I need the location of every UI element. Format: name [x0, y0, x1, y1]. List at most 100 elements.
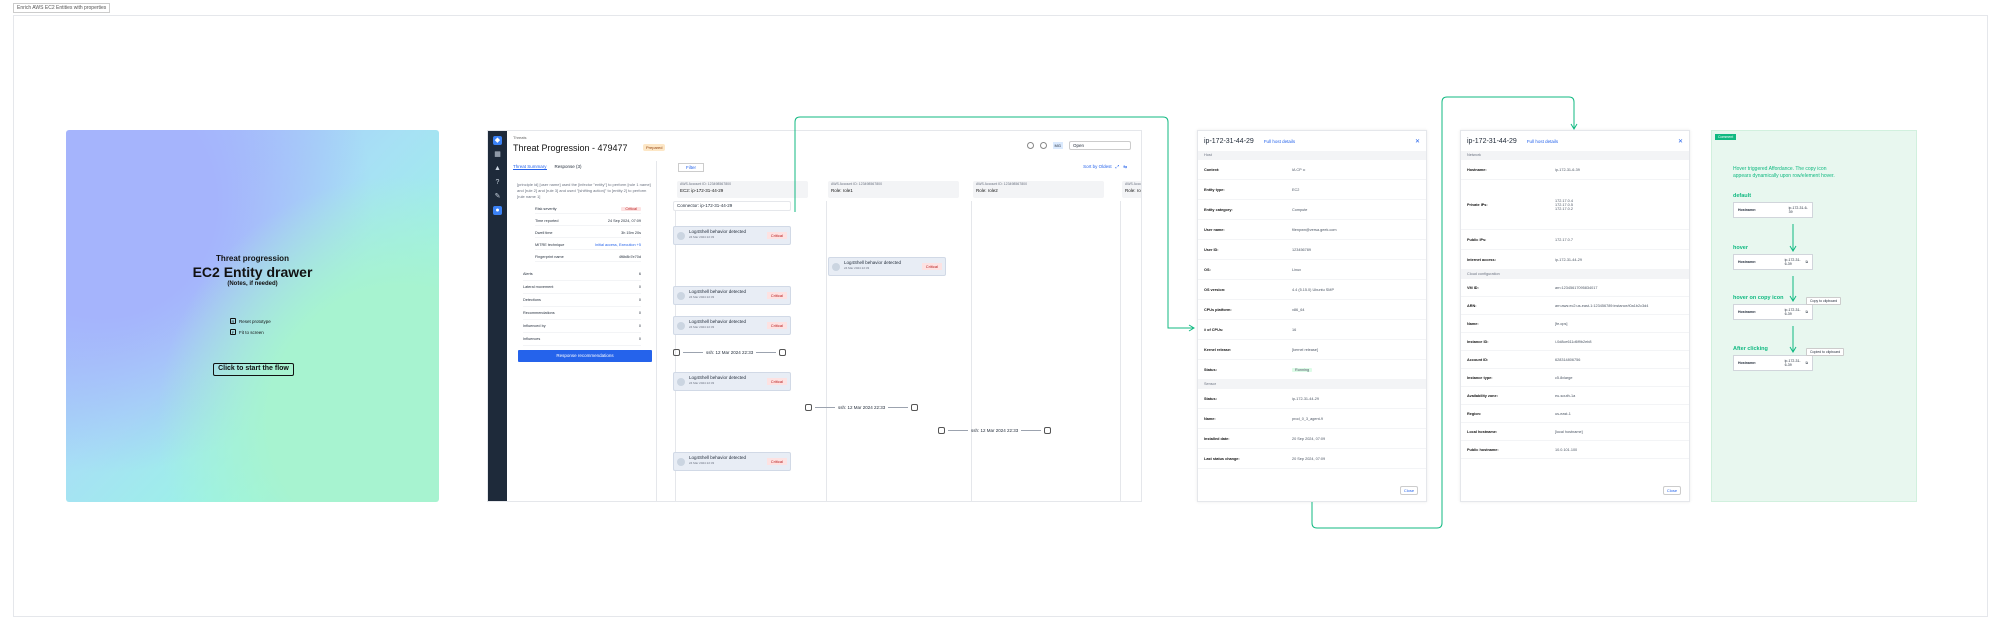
response-recommendations-button[interactable]: Response recommendations	[518, 350, 652, 362]
drawer-row[interactable]: Public IPs: 172.17.0.7	[1461, 230, 1689, 250]
close-icon[interactable]: ✕	[1415, 138, 1420, 145]
count-row[interactable]: Alerts 6	[523, 268, 641, 281]
section-network: Network	[1461, 151, 1689, 160]
drawer-row[interactable]: Status: Running	[1198, 360, 1426, 380]
lane-header[interactable]: AWS Account ID: 123498567800 Role: role2	[973, 181, 1104, 198]
event-card[interactable]: Log4Shell behavior detected 24 Mar 2024 2…	[673, 286, 791, 305]
event-card[interactable]: Log4Shell behavior detected 24 Mar 2024 2…	[828, 257, 946, 276]
lane-title: Role: role3	[1125, 188, 1141, 193]
row-value: 20 Sep 2024, 07:09	[1292, 436, 1326, 441]
field-value: 4f6b8b7e70d	[618, 254, 641, 259]
drawer-row[interactable]: Region: us-east-1	[1461, 405, 1689, 423]
count-row[interactable]: Influenced by 0	[523, 320, 641, 333]
drawer-row[interactable]: User name: filenpwn@versa.geek.com	[1198, 220, 1426, 240]
count-key: Detections	[523, 298, 541, 302]
card-key: Hostname:	[1738, 361, 1757, 365]
grid-icon[interactable]: ▦	[493, 150, 502, 159]
avatar-rail-icon[interactable]: ●	[493, 206, 502, 215]
event-card[interactable]: Log4Shell behavior detected 24 Mar 2024 2…	[673, 452, 791, 471]
check-icon[interactable]	[1026, 142, 1034, 149]
lane-title: Role: role2	[976, 188, 998, 193]
logo-icon[interactable]: ◆	[493, 136, 502, 145]
full-host-details-link[interactable]: Full host details	[1264, 139, 1295, 144]
full-host-details-link[interactable]: Full host details	[1527, 139, 1558, 144]
drawer-row[interactable]: ARN: arn:aws:ec2:us-east-1:123456789:inst…	[1461, 297, 1689, 315]
breadcrumb[interactable]: Threats	[513, 135, 527, 140]
count-row[interactable]: Lateral movement 0	[523, 281, 641, 294]
drawer-row[interactable]: VM ID: arn:12345617095834017	[1461, 279, 1689, 297]
reset-prototype-option[interactable]: R Reset prototype	[230, 318, 271, 324]
count-row[interactable]: Detections 0	[523, 294, 641, 307]
drawer-row[interactable]: Entity category: Compute	[1198, 200, 1426, 220]
start-flow-button[interactable]: Click to start the flow	[213, 363, 294, 376]
drawer-row[interactable]: Kernel release: [kernel release]	[1198, 340, 1426, 360]
drawer-row[interactable]: OS version: 4.4 (5.15.0) Ubuntu SMP	[1198, 280, 1426, 300]
event-card[interactable]: Log4Shell behavior detected 24 Mar 2024 2…	[673, 372, 791, 391]
lateral-switch[interactable]: ssh: 12 Mar 2024 22:33	[805, 404, 919, 411]
switch-label: ssh: 12 Mar 2024 22:33	[971, 428, 1019, 433]
event-card[interactable]: Log4Shell behavior detected 24 Mar 2024 2…	[673, 316, 791, 335]
tab-threat-summary[interactable]: Threat Summary	[513, 164, 547, 170]
alert-icon[interactable]: ▲	[493, 164, 502, 173]
event-severity: Critical	[921, 263, 942, 270]
drawer-row[interactable]: Context: IA CP ••	[1198, 160, 1426, 180]
copy-icon[interactable]: ⧉	[1806, 260, 1809, 264]
count-key: Lateral movement	[523, 285, 554, 289]
drawer-row[interactable]: Entity type: EC2	[1198, 180, 1426, 200]
filter-button[interactable]: Filter	[678, 163, 704, 172]
tools-icon[interactable]: ✎	[493, 192, 502, 201]
copy-icon[interactable]: ⧉	[1806, 310, 1809, 314]
drawer-row[interactable]: Instance type: c5.8xlarge	[1461, 369, 1689, 387]
drawer-row[interactable]: Name: prod_0_3_agent-9	[1198, 409, 1426, 429]
lateral-switch[interactable]: ssh: 12 Mar 2024 22:33	[673, 349, 787, 356]
close-icon[interactable]: ✕	[1678, 138, 1683, 145]
fit-to-screen-option[interactable]: F Fit to screen	[230, 329, 264, 335]
status-select[interactable]: Open	[1069, 141, 1131, 150]
count-value: 0	[638, 311, 641, 315]
drawer-row[interactable]: # of CPUs: 16	[1198, 320, 1426, 340]
drawer-row[interactable]: Internet access: ip-172-31-44-29	[1461, 250, 1689, 270]
drawer-row[interactable]: Account ID: 628314806756	[1461, 351, 1689, 369]
lateral-switch[interactable]: ssh: 12 Mar 2024 22:33	[938, 427, 1052, 434]
sort-select[interactable]: Sort by Oldest	[1083, 164, 1112, 170]
drawer-row[interactable]: Hostname: ip-172-31-6-39	[1461, 160, 1689, 180]
event-card[interactable]: Log4Shell behavior detected 24 Mar 2024 2…	[673, 226, 791, 245]
lane-header[interactable]: AWS Account ID: 123498567800 EC2: ip-172-…	[677, 181, 808, 198]
drawer-row[interactable]: OS: Linux	[1198, 260, 1426, 280]
drawer-row[interactable]: User ID: 123456789	[1198, 240, 1426, 260]
card-key: Hostname:	[1738, 260, 1757, 264]
drawer-row[interactable]: Status: ip-172-31-44-29	[1198, 389, 1426, 409]
row-key: Entity category:	[1204, 207, 1233, 212]
summary-field: Time reported 24 Sep 2024, 07:09	[535, 216, 641, 226]
field-value[interactable]: Initial access, Execution +5	[595, 243, 641, 247]
drawer-row[interactable]: Local hostname: [local hostname]	[1461, 423, 1689, 441]
drawer-row[interactable]: Name: [fe.ops]	[1461, 315, 1689, 333]
split-icon[interactable]: ⇆	[1123, 164, 1127, 170]
tab-response[interactable]: Response (3)	[555, 164, 582, 170]
drawer-row[interactable]: Availability zone: eu-south-1a	[1461, 387, 1689, 405]
drawer-row[interactable]: Public hostname: 10.0.101.100	[1461, 441, 1689, 459]
close-button[interactable]: Close	[1663, 486, 1681, 495]
connector-chip[interactable]: Connector: ip-172-31-44-29	[673, 201, 791, 211]
drawer-row[interactable]: Private IPs: 172.17.0.4 172.17.0.5 172.17…	[1461, 180, 1689, 230]
help-icon[interactable]: ?	[493, 178, 502, 187]
expand-icon[interactable]: ⤢	[1116, 164, 1120, 170]
lane-header[interactable]: AWS Account ID: 123498567800 Role: role3	[1122, 181, 1141, 198]
drawer-row[interactable]: Instance ID: i-0d8ce611d6f9b2eb8	[1461, 333, 1689, 351]
lane-header[interactable]: AWS Account ID: 123498567800 Role: role1	[828, 181, 959, 198]
summary-field: Risk severity Critical	[535, 204, 641, 214]
count-key: Influenced by	[523, 324, 546, 328]
copy-icon[interactable]: ⧉	[1806, 361, 1809, 365]
lane-divider	[971, 201, 972, 501]
count-row[interactable]: Recommendations 0	[523, 307, 641, 320]
drawer-row[interactable]: Last status change: 20 Sep 2024, 07:09	[1198, 449, 1426, 469]
drawer-row[interactable]: Installed date: 20 Sep 2024, 07:09	[1198, 429, 1426, 449]
close-button[interactable]: Close	[1400, 486, 1418, 495]
count-row[interactable]: Influences 0	[523, 333, 641, 346]
switch-icon	[938, 427, 945, 434]
row-value: ip-172-31-44-29	[1292, 396, 1320, 401]
drawer-row[interactable]: CPUs platform: x86_64	[1198, 300, 1426, 320]
avatar[interactable]: MG	[1052, 142, 1063, 149]
state-default-heading: default	[1733, 193, 1752, 199]
info-icon[interactable]	[1039, 142, 1047, 149]
